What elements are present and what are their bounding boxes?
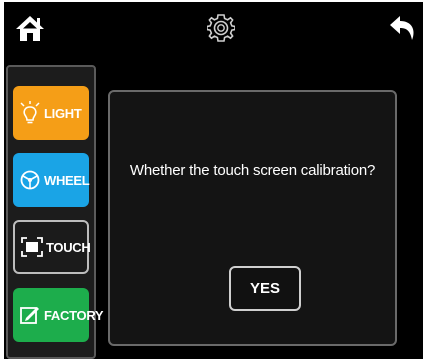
gear-icon bbox=[206, 13, 236, 48]
home-button[interactable] bbox=[10, 10, 50, 50]
touch-calibration-icon bbox=[21, 235, 43, 259]
steering-wheel-icon bbox=[19, 168, 41, 192]
back-button[interactable] bbox=[383, 10, 423, 50]
settings-button[interactable] bbox=[201, 10, 241, 50]
dialog-message: Whether the touch screen calibration? bbox=[129, 162, 376, 179]
calibration-dialog: Whether the touch screen calibration? YE… bbox=[108, 90, 397, 346]
sidebar-item-label: FACTORY bbox=[44, 307, 104, 323]
sidebar-item-label: LIGHT bbox=[44, 105, 82, 121]
top-bar bbox=[4, 2, 423, 58]
factory-reset-icon bbox=[19, 303, 41, 327]
sidebar-item-factory[interactable]: FACTORY bbox=[13, 288, 104, 342]
yes-button[interactable]: YES bbox=[229, 266, 301, 311]
sidebar-menu: LIGHT WHEEL TOUCH FACTORY bbox=[6, 65, 104, 359]
home-icon bbox=[14, 13, 46, 48]
back-arrow-icon bbox=[388, 13, 418, 48]
sidebar-item-touch[interactable]: TOUCH bbox=[13, 220, 91, 274]
sidebar-item-label: WHEEL bbox=[44, 172, 90, 188]
device-screen: LIGHT WHEEL TOUCH FACTORY Whether the to… bbox=[4, 2, 423, 359]
sidebar-item-wheel[interactable]: WHEEL bbox=[13, 153, 90, 207]
sidebar-item-label: TOUCH bbox=[46, 239, 91, 255]
sidebar-item-light[interactable]: LIGHT bbox=[13, 86, 89, 140]
lightbulb-icon bbox=[19, 101, 41, 125]
